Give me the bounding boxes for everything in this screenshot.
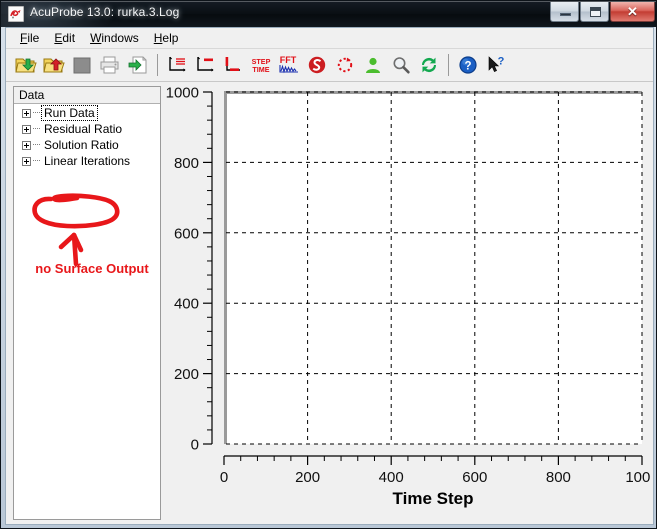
sync-icon[interactable] xyxy=(415,51,443,79)
x-tick-label: 600 xyxy=(462,469,487,486)
tree-item-residual-ratio[interactable]: Residual Ratio xyxy=(14,121,160,137)
window-controls: ✕ xyxy=(549,2,655,22)
x-tick-label: 400 xyxy=(379,469,404,486)
toolbar-separator-2 xyxy=(448,54,449,76)
svg-text:?: ? xyxy=(498,56,505,68)
open-folder-icon[interactable] xyxy=(12,51,40,79)
acusolve-logo-icon[interactable] xyxy=(303,51,331,79)
restore-button[interactable] xyxy=(580,2,609,22)
title-bar: AcuProbe 13.0: rurka.3.Log ✕ xyxy=(1,1,656,27)
expand-plus-icon[interactable] xyxy=(22,108,31,118)
y-tick-label: 400 xyxy=(174,296,199,313)
menu-item-help[interactable]: Help xyxy=(147,29,187,47)
fft-icon[interactable]: FFT xyxy=(275,51,303,79)
menu-item-edit[interactable]: Edit xyxy=(47,29,83,47)
tree-connector-icon xyxy=(33,128,40,130)
tree-connector-icon xyxy=(33,144,40,146)
tree-body: Run Data Residual Ratio Solution Ratio L… xyxy=(14,105,160,519)
plot-line-icon[interactable] xyxy=(191,51,219,79)
tree-item-label: Residual Ratio xyxy=(44,122,123,136)
menu-item-file[interactable]: File xyxy=(13,29,47,47)
refresh-dashed-icon[interactable] xyxy=(331,51,359,79)
tree-item-linear-iterations[interactable]: Linear Iterations xyxy=(14,153,160,169)
tree-item-label: Solution Ratio xyxy=(44,138,119,152)
save-folder-icon[interactable] xyxy=(40,51,68,79)
plot-background xyxy=(224,92,642,444)
app-icon xyxy=(8,6,24,22)
plot-bar-icon[interactable] xyxy=(219,51,247,79)
y-axis: 0 200 400 600 800 1000 xyxy=(166,86,213,454)
stop-icon[interactable] xyxy=(68,51,96,79)
tree-item-run-data[interactable]: Run Data xyxy=(14,105,160,121)
step-time-icon[interactable]: STEP TIME xyxy=(247,51,275,79)
y-tick-label: 800 xyxy=(174,155,199,172)
y-tick-label: 600 xyxy=(174,225,199,242)
plot-area[interactable]: 0 200 400 600 800 1000 0 200 400 600 800 1000 Time… xyxy=(166,86,651,520)
annotation-text: no Surface Output xyxy=(35,261,149,276)
tree-connector-icon xyxy=(33,112,40,114)
menu-item-windows[interactable]: Windows xyxy=(83,29,147,47)
x-axis: 0 200 400 600 800 1000 xyxy=(220,455,651,486)
application-window: AcuProbe 13.0: rurka.3.Log ✕ File Edit W… xyxy=(0,0,657,529)
toolbar: STEP TIME FFT ? ? xyxy=(6,49,653,82)
context-help-icon[interactable]: ? xyxy=(482,51,510,79)
svg-text:TIME: TIME xyxy=(252,65,269,74)
chart-svg: 0 200 400 600 800 1000 0 200 400 600 800 1000 Time… xyxy=(166,86,651,508)
tree-connector-icon xyxy=(33,160,40,162)
x-tick-label: 0 xyxy=(220,469,228,486)
menu-bar: File Edit Windows Help xyxy=(6,28,653,49)
y-tick-label: 200 xyxy=(174,366,199,383)
restore-icon xyxy=(590,7,601,17)
expand-plus-icon[interactable] xyxy=(22,140,31,150)
zoom-icon[interactable] xyxy=(387,51,415,79)
user-icon[interactable] xyxy=(359,51,387,79)
help-icon[interactable]: ? xyxy=(454,51,482,79)
plot-legend-icon[interactable] xyxy=(163,51,191,79)
window-title: AcuProbe 13.0: rurka.3.Log xyxy=(30,5,180,19)
svg-text:?: ? xyxy=(464,60,471,72)
close-icon: ✕ xyxy=(627,4,638,19)
client-area: File Edit Windows Help STEP TIME FFT ? ?… xyxy=(5,27,654,525)
x-tick-label: 800 xyxy=(546,469,571,486)
x-tick-label: 1000 xyxy=(625,469,651,486)
x-tick-label: 200 xyxy=(295,469,320,486)
minimize-button[interactable] xyxy=(550,2,579,22)
print-icon[interactable] xyxy=(96,51,124,79)
export-icon[interactable] xyxy=(124,51,152,79)
data-tree-panel[interactable]: Data Run Data Residual Ratio Solution Ra… xyxy=(13,86,161,520)
tree-item-label: Linear Iterations xyxy=(44,154,131,168)
y-tick-label: 1000 xyxy=(166,86,199,102)
x-axis-label: Time Step xyxy=(393,489,474,508)
toolbar-separator-1 xyxy=(157,54,158,76)
tree-header-label: Data xyxy=(14,87,160,104)
close-button[interactable]: ✕ xyxy=(610,2,655,22)
tree-item-solution-ratio[interactable]: Solution Ratio xyxy=(14,137,160,153)
minimize-icon xyxy=(560,13,571,16)
y-tick-label: 0 xyxy=(191,437,199,454)
svg-text:FFT: FFT xyxy=(280,55,297,65)
expand-plus-icon[interactable] xyxy=(22,124,31,134)
expand-plus-icon[interactable] xyxy=(22,156,31,166)
tree-item-label: Run Data xyxy=(41,105,98,121)
